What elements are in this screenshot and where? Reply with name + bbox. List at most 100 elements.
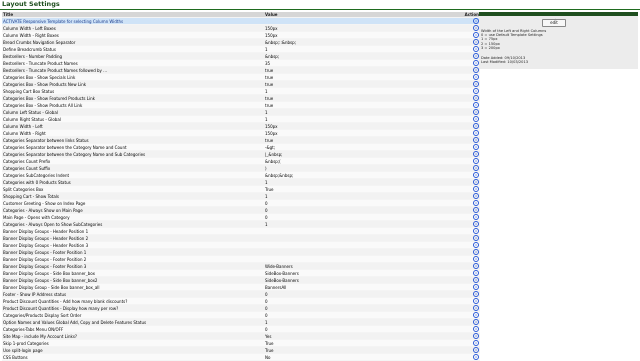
info-icon[interactable]: i bbox=[473, 158, 479, 164]
setting-title[interactable]: Banner Display Group - Side Box banner_b… bbox=[2, 283, 264, 291]
table-row[interactable]: Categories Count Suffix) i bbox=[2, 164, 480, 172]
setting-title[interactable]: Site Map - include My Account Links? bbox=[2, 332, 264, 340]
info-icon[interactable]: i bbox=[473, 277, 479, 283]
table-row[interactable]: ACTIVATE Responsive Template for selecti… bbox=[2, 17, 480, 25]
setting-title[interactable]: Bestsellers - Truncate Product Names bbox=[2, 59, 264, 67]
setting-title[interactable]: Footer - Show IP Address status bbox=[2, 290, 264, 298]
setting-title[interactable]: Column Left Status - Global bbox=[2, 108, 264, 116]
setting-title[interactable]: Banner Display Groups - Header Position … bbox=[2, 234, 264, 242]
table-row[interactable]: Banner Display Groups - Footer Position … bbox=[2, 248, 480, 256]
setting-title[interactable]: Categories Box - Show Products New Link bbox=[2, 80, 264, 88]
info-icon[interactable]: i bbox=[473, 228, 479, 234]
info-icon[interactable]: i bbox=[473, 270, 479, 276]
info-icon[interactable]: i bbox=[473, 81, 479, 87]
table-row[interactable]: Bestsellers - Number Padding &nbsp; i bbox=[2, 52, 480, 60]
setting-title[interactable]: Categories Box - Show Products All Link bbox=[2, 101, 264, 109]
setting-title[interactable]: Define Breadcrumb Status bbox=[2, 45, 264, 53]
table-row[interactable]: Banner Display Groups - Side Box banner_… bbox=[2, 269, 480, 277]
setting-title[interactable]: Banner Display Groups - Side Box banner_… bbox=[2, 276, 264, 284]
info-icon[interactable]: i bbox=[473, 312, 479, 318]
setting-title[interactable]: Shopping Cart - Show Totals bbox=[2, 192, 264, 200]
info-icon[interactable]: i bbox=[473, 291, 479, 297]
info-icon[interactable]: i bbox=[473, 193, 479, 199]
info-icon[interactable]: i bbox=[473, 102, 479, 108]
setting-title[interactable]: Categories SubCategories Indent bbox=[2, 171, 264, 179]
info-icon[interactable]: i bbox=[473, 284, 479, 290]
table-row[interactable]: CSS Buttons No i bbox=[2, 353, 480, 361]
info-icon[interactable]: i bbox=[473, 151, 479, 157]
setting-title[interactable]: Categories-Tabs Menu ON/OFF bbox=[2, 325, 264, 333]
table-row[interactable]: Banner Display Groups - Header Position … bbox=[2, 234, 480, 242]
table-row[interactable]: Categories Box - Show Featured Products … bbox=[2, 94, 480, 102]
info-icon[interactable]: i bbox=[473, 256, 479, 262]
info-icon[interactable]: i bbox=[473, 109, 479, 115]
setting-title[interactable]: Banner Display Groups - Footer Position … bbox=[2, 262, 264, 270]
setting-title[interactable]: Categories - Always Show on Main Page bbox=[2, 206, 264, 214]
table-row[interactable]: Categories with 0 Products Status 1 i bbox=[2, 178, 480, 186]
setting-title[interactable]: Split Categories Box bbox=[2, 185, 264, 193]
table-row[interactable]: Categories Separator between the Categor… bbox=[2, 143, 480, 151]
table-row[interactable]: Bestsellers - Truncate Product Names 35 i bbox=[2, 59, 480, 67]
info-icon[interactable]: i bbox=[473, 74, 479, 80]
table-row[interactable]: Categories - Always Open to Show SubCate… bbox=[2, 220, 480, 228]
table-row[interactable]: Categories-Tabs Menu ON/OFF 0 i bbox=[2, 325, 480, 333]
table-row[interactable]: Site Map - include My Account Links? Yes i bbox=[2, 332, 480, 340]
table-row[interactable]: Categories - Always Show on Main Page 0 i bbox=[2, 206, 480, 214]
table-row[interactable]: Banner Display Group - Side Box banner_b… bbox=[2, 283, 480, 291]
info-icon[interactable]: i bbox=[473, 221, 479, 227]
edit-button[interactable]: edit bbox=[542, 19, 566, 27]
table-row[interactable]: Skip 1-prod Categories True i bbox=[2, 339, 480, 347]
setting-title[interactable]: Categories Box - Show Specials Link bbox=[2, 73, 264, 81]
info-icon[interactable]: i bbox=[473, 137, 479, 143]
setting-title[interactable]: Categories Count Suffix bbox=[2, 164, 264, 172]
setting-title[interactable]: Column Right Status - Global bbox=[2, 115, 264, 123]
table-row[interactable]: Bread Crumbs Navigation Separator &nbsp;:… bbox=[2, 38, 480, 46]
info-icon[interactable]: i bbox=[473, 249, 479, 255]
table-row[interactable]: Column Left Status - Global 1 i bbox=[2, 108, 480, 116]
info-icon[interactable]: i bbox=[473, 235, 479, 241]
info-icon[interactable]: i bbox=[473, 214, 479, 220]
table-row[interactable]: Column Width - Right Boxes 150px i bbox=[2, 31, 480, 39]
setting-title[interactable]: Categories Separator between the Categor… bbox=[2, 143, 264, 151]
table-row[interactable]: Categories Separator between links Statu… bbox=[2, 136, 480, 144]
setting-title[interactable]: Bestsellers - Number Padding bbox=[2, 52, 264, 60]
table-row[interactable]: Banner Display Groups - Footer Position … bbox=[2, 262, 480, 270]
setting-title[interactable]: Column Width - Left Boxes bbox=[2, 24, 264, 32]
info-icon[interactable]: i bbox=[473, 88, 479, 94]
table-row[interactable]: Categories SubCategories Indent &nbsp;&nb… bbox=[2, 171, 480, 179]
setting-title[interactable]: Banner Display Groups - Header Position … bbox=[2, 241, 264, 249]
info-icon[interactable]: i bbox=[473, 340, 479, 346]
info-icon[interactable]: i bbox=[473, 116, 479, 122]
setting-title[interactable]: Categories Box - Show Featured Products … bbox=[2, 94, 264, 102]
info-icon[interactable]: i bbox=[473, 207, 479, 213]
info-icon[interactable]: i bbox=[473, 165, 479, 171]
setting-title[interactable]: Main Page - Opens with Category bbox=[2, 213, 264, 221]
setting-title[interactable]: Product Discount Quantities - Add how ma… bbox=[2, 297, 264, 305]
info-icon[interactable]: i bbox=[473, 95, 479, 101]
table-row[interactable]: Column Right Status - Global 1 i bbox=[2, 115, 480, 123]
setting-title[interactable]: Column Width - Right Boxes bbox=[2, 31, 264, 39]
setting-title[interactable]: Shopping Cart Box Status bbox=[2, 87, 264, 95]
info-icon[interactable]: i bbox=[473, 179, 479, 185]
table-row[interactable]: Banner Display Groups - Side Box banner_… bbox=[2, 276, 480, 284]
table-row[interactable]: Banner Display Groups - Header Position … bbox=[2, 241, 480, 249]
info-icon[interactable]: i bbox=[473, 305, 479, 311]
setting-title[interactable]: Option Names and Values Global Add, Copy… bbox=[2, 318, 264, 326]
info-icon[interactable]: i bbox=[473, 326, 479, 332]
info-icon[interactable]: i bbox=[473, 123, 479, 129]
table-row[interactable]: Product Discount Quantities - Display ho… bbox=[2, 304, 480, 312]
info-icon[interactable]: i bbox=[473, 186, 479, 192]
table-row[interactable]: Split Categories Box True i bbox=[2, 185, 480, 193]
table-row[interactable]: Categories Box - Show Products New Link t… bbox=[2, 80, 480, 88]
table-row[interactable]: Categories Box - Show Products All Link t… bbox=[2, 101, 480, 109]
setting-title[interactable]: Categories - Always Open to Show SubCate… bbox=[2, 220, 264, 228]
setting-title[interactable]: Banner Display Groups - Side Box banner_… bbox=[2, 269, 264, 277]
setting-title[interactable]: Banner Display Groups - Footer Position … bbox=[2, 248, 264, 256]
table-row[interactable]: Banner Display Groups - Footer Position … bbox=[2, 255, 480, 263]
info-icon[interactable]: i bbox=[473, 130, 479, 136]
setting-title[interactable]: Categories with 0 Products Status bbox=[2, 178, 264, 186]
setting-title[interactable]: CSS Buttons bbox=[2, 353, 264, 361]
info-icon[interactable]: i bbox=[473, 333, 479, 339]
table-row[interactable]: Categories/Products Display Sort Order 0 i bbox=[2, 311, 480, 319]
setting-title[interactable]: ACTIVATE Responsive Template for selecti… bbox=[2, 17, 264, 25]
